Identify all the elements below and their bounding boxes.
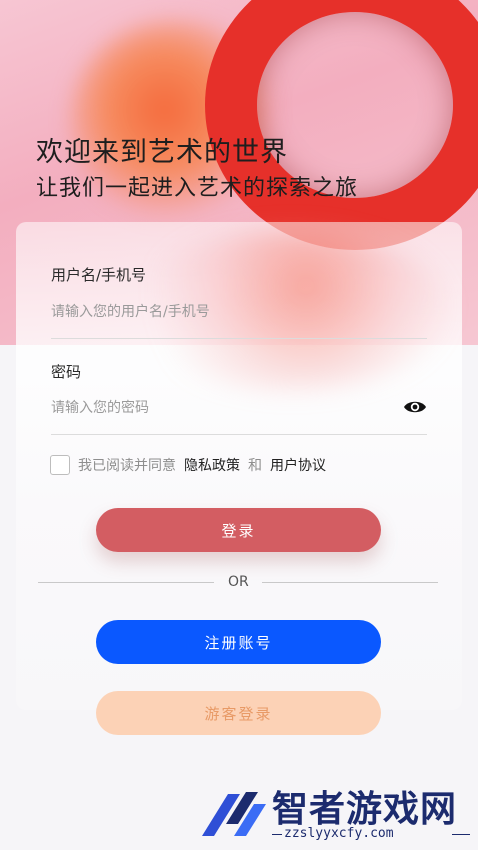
or-separator: OR — [228, 574, 249, 590]
decorative-ring — [205, 0, 478, 250]
user-agreement-link[interactable]: 用户协议 — [270, 455, 326, 475]
watermark: 智者游戏网 zzslyyxcfy.com — [200, 778, 478, 850]
watermark-url: zzslyyxcfy.com — [284, 826, 394, 841]
privacy-policy-link[interactable]: 隐私政策 — [184, 455, 240, 475]
username-input[interactable] — [51, 299, 381, 325]
password-input[interactable] — [51, 395, 381, 421]
page-title: 欢迎来到艺术的世界 — [36, 137, 288, 168]
or-divider-left — [38, 582, 214, 583]
password-label: 密码 — [51, 363, 82, 381]
password-divider — [51, 434, 427, 435]
guest-login-button[interactable]: 游客登录 — [96, 691, 381, 735]
register-button[interactable]: 注册账号 — [96, 620, 381, 664]
watermark-logo-icon — [202, 792, 266, 836]
or-divider-right — [262, 582, 438, 583]
agreement-checkbox[interactable] — [50, 455, 70, 475]
watermark-rule-right — [452, 834, 470, 835]
watermark-rule-left — [272, 834, 282, 835]
username-label: 用户名/手机号 — [51, 266, 147, 284]
agreement-row: 我已阅读并同意 隐私政策 和 用户协议 — [50, 453, 334, 477]
eye-icon[interactable] — [403, 398, 427, 416]
login-button[interactable]: 登录 — [96, 508, 381, 552]
watermark-name: 智者游戏网 — [272, 789, 458, 830]
page-subtitle: 让我们一起进入艺术的探索之旅 — [36, 176, 359, 201]
agreement-text: 我已阅读并同意 — [78, 458, 176, 474]
agreement-conjunction: 和 — [248, 458, 262, 474]
username-divider — [51, 338, 427, 339]
